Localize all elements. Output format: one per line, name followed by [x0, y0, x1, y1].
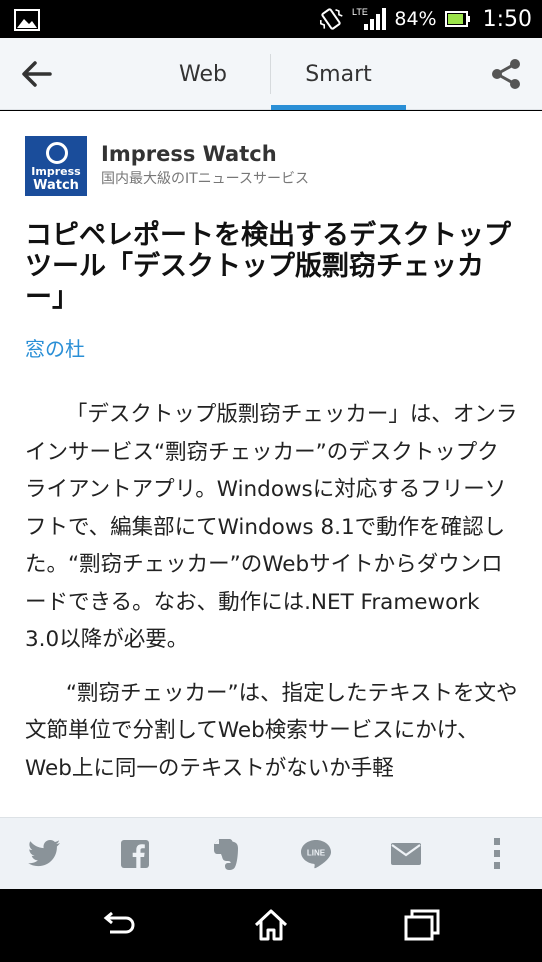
article-content[interactable]: Impress Watch Impress Watch 国内最大級のITニュース… [0, 111, 542, 817]
battery-percentage: 84% [394, 8, 437, 30]
tab-smart[interactable]: Smart [271, 38, 406, 110]
signal-icon: LTE [352, 7, 387, 30]
navigation-bar [0, 889, 542, 962]
share-icon[interactable] [488, 56, 524, 92]
active-tab-indicator [271, 105, 406, 110]
paragraph: 「デスクトップ版剽窃チェッカー」は、オンラインサービス“剽窃チェッカー”のデスク… [25, 402, 518, 652]
tab-web-label: Web [179, 61, 227, 87]
svg-text:LINE: LINE [307, 848, 326, 857]
logo-text-line1: Impress [31, 165, 81, 178]
tab-smart-label: Smart [305, 61, 372, 87]
tab-web[interactable]: Web [136, 38, 270, 110]
category-link[interactable]: 窓の杜 [25, 333, 85, 362]
evernote-icon[interactable] [208, 836, 244, 872]
impress-watch-logo: Impress Watch [25, 136, 87, 196]
nav-home-icon[interactable] [251, 905, 291, 945]
app-bar: Web Smart [0, 38, 542, 110]
battery-icon [444, 11, 470, 27]
paragraph: “剽窃チェッカー”は、指定したテキストを文や文節単位で分割してWeb検索サービス… [25, 680, 518, 781]
nav-recents-icon[interactable] [402, 905, 442, 945]
nav-back-icon[interactable] [98, 905, 138, 945]
line-icon[interactable]: LINE [298, 836, 334, 872]
article-title: コピペレポートを検出するデスクトップツール「デスクトップ版剽窃チェッカー」 [25, 220, 511, 313]
logo-text-line2: Watch [33, 178, 79, 193]
source-name: Impress Watch [101, 142, 277, 166]
source-description: 国内最大級のITニュースサービス [101, 171, 309, 187]
vibrate-icon [320, 8, 343, 30]
clock: 1:50 [482, 6, 532, 32]
facebook-icon[interactable] [117, 836, 153, 872]
status-bar: LTE 84% 1:50 [0, 0, 542, 38]
article-body: 「デスクトップ版剽窃チェッカー」は、オンラインサービス“剽窃チェッカー”のデスク… [25, 396, 520, 803]
mail-icon[interactable] [388, 836, 424, 872]
network-type: LTE [352, 7, 368, 17]
overflow-menu-icon[interactable] [479, 836, 515, 872]
share-toolbar: LINE [0, 817, 542, 889]
source-header[interactable]: Impress Watch Impress Watch 国内最大級のITニュース… [25, 136, 309, 196]
gallery-notification-icon [14, 9, 40, 31]
twitter-icon[interactable] [27, 836, 63, 872]
back-arrow-icon[interactable] [18, 56, 56, 92]
